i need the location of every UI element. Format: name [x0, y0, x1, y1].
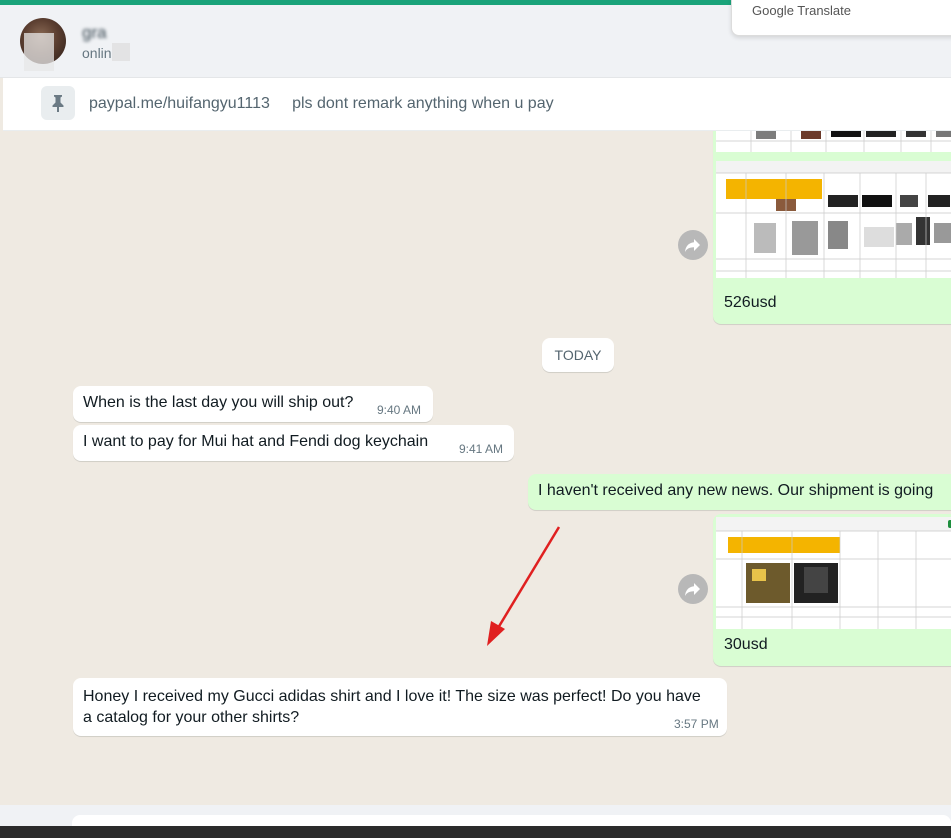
message-text: 526usd — [724, 294, 777, 311]
spreadsheet-preview — [716, 161, 951, 278]
message-time: 9:40 AM — [377, 403, 422, 417]
forward-icon — [685, 583, 700, 596]
privacy-blur — [24, 33, 54, 71]
message-time: 9:41 AM — [459, 442, 504, 456]
os-taskbar — [0, 826, 951, 838]
spreadsheet-image-3[interactable] — [716, 517, 951, 629]
pin-icon — [41, 86, 75, 120]
outgoing-image-message[interactable]: 30usd — [713, 514, 951, 666]
spreadsheet-preview — [716, 517, 951, 629]
outgoing-image-message[interactable]: 526usd — [713, 131, 951, 324]
message-text: When is the last day you will ship out? — [83, 394, 354, 411]
forward-button-1[interactable] — [678, 230, 708, 260]
message-text: 30usd — [724, 636, 768, 653]
message-text: I haven't received any new news. Our shi… — [538, 482, 934, 499]
message-text: I want to pay for Mui hat and Fendi dog … — [83, 433, 429, 450]
forward-button-2[interactable] — [678, 574, 708, 604]
google-translate-popup[interactable]: Google Translate — [731, 0, 951, 36]
incoming-message[interactable]: I want to pay for Mui hat and Fendi dog … — [73, 425, 514, 461]
google-translate-label: Google Translate — [752, 3, 852, 18]
message-text: Honey I received my Gucci adidas shirt a… — [83, 688, 701, 726]
contact-name[interactable]: gra — [82, 23, 107, 43]
spreadsheet-image-1[interactable] — [716, 131, 951, 152]
forward-icon — [685, 239, 700, 252]
spreadsheet-preview — [716, 131, 951, 152]
privacy-blur-status — [112, 43, 130, 61]
date-divider: TODAY — [542, 338, 614, 372]
message-time: 3:57 PM — [674, 717, 719, 731]
contact-status: onlin — [82, 45, 112, 61]
incoming-message[interactable]: When is the last day you will ship out? … — [73, 386, 433, 422]
spreadsheet-image-2[interactable] — [716, 161, 951, 278]
message-list[interactable]: 526usd TODAY When is the last day you wi… — [3, 131, 951, 805]
outgoing-message[interactable]: I haven't received any new news. Our shi… — [528, 474, 951, 510]
pinned-message-text: paypal.me/huifangyu1113 pls dont remark … — [89, 95, 554, 112]
pinned-message-bar[interactable]: paypal.me/huifangyu1113 pls dont remark … — [3, 78, 951, 131]
incoming-message[interactable]: Honey I received my Gucci adidas shirt a… — [73, 678, 727, 736]
annotation-red-arrow — [487, 526, 561, 646]
